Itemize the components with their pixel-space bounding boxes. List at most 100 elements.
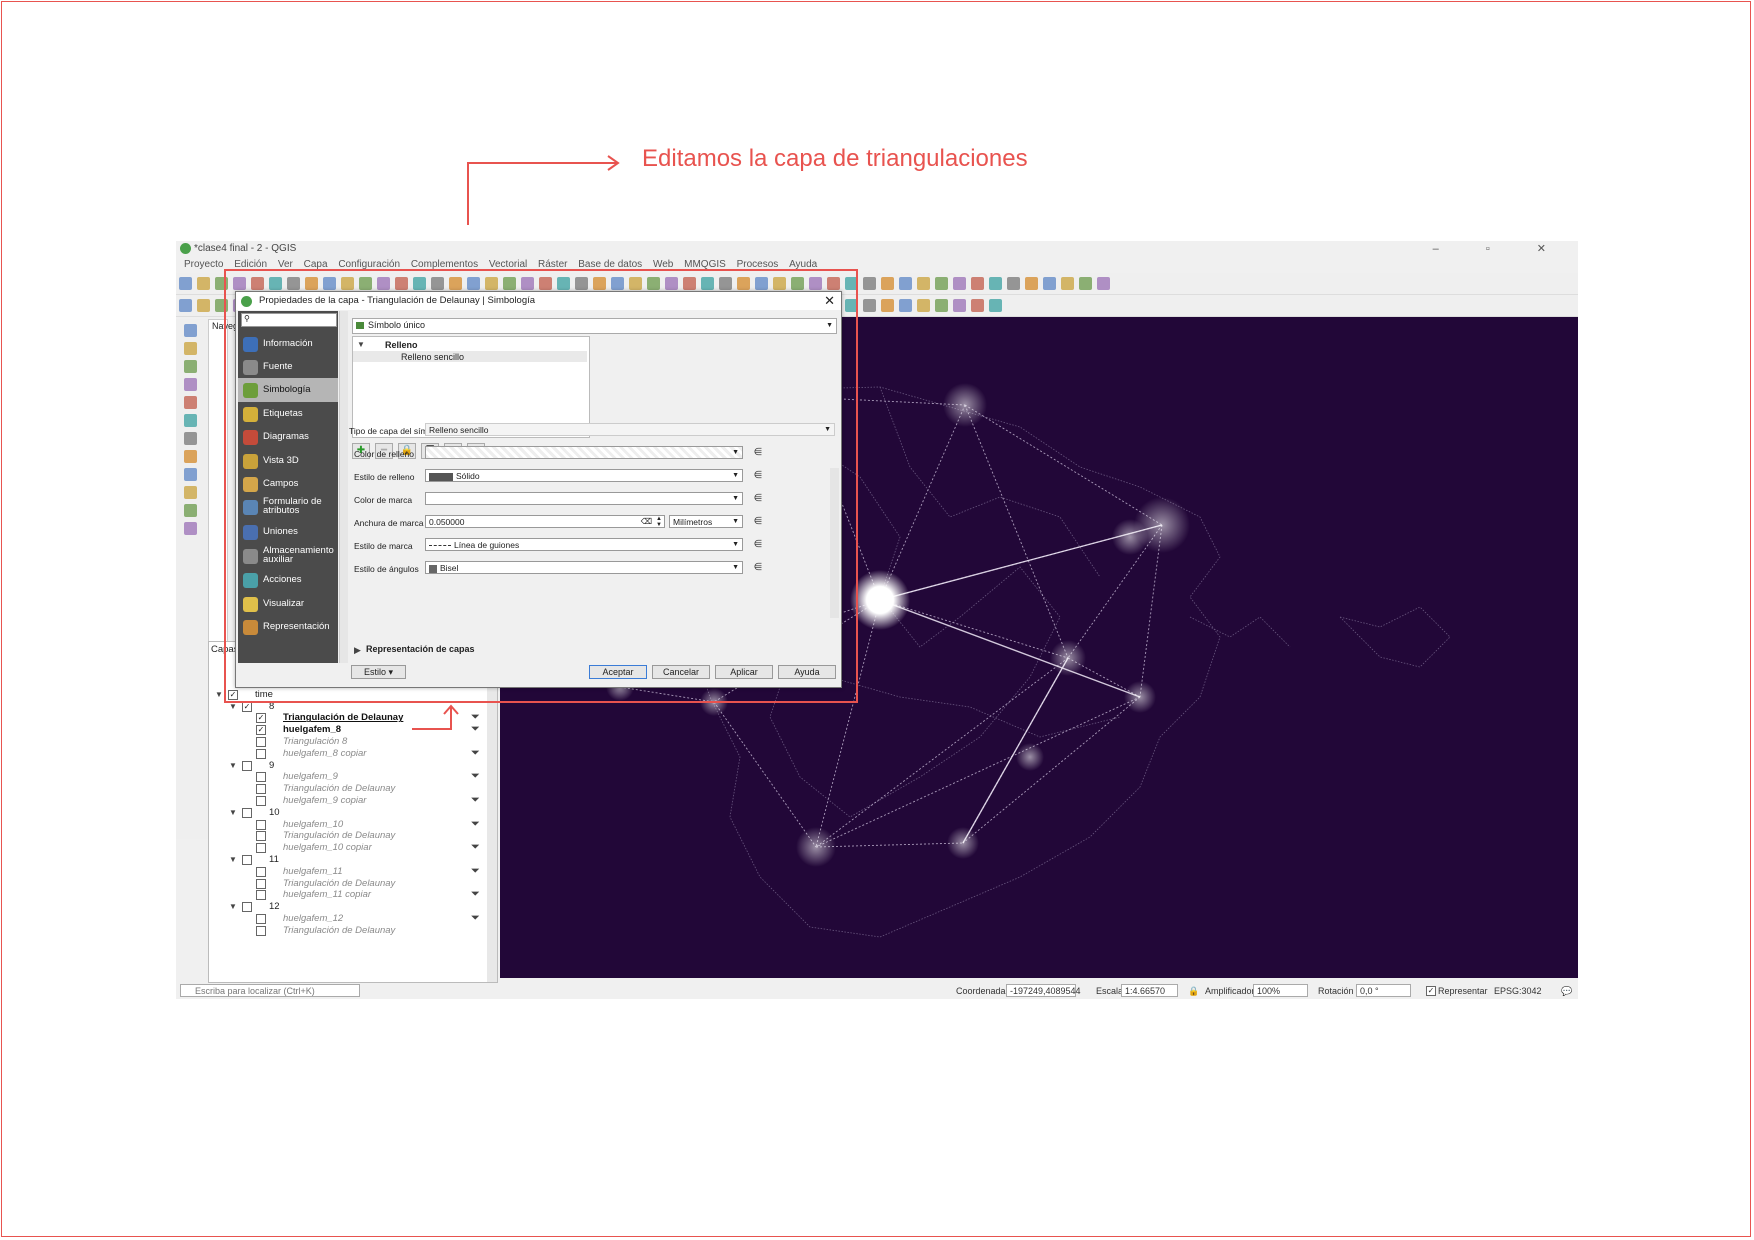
- sidebar-item-acciones[interactable]: Acciones: [238, 568, 338, 592]
- layer-item[interactable]: Triangulación de Delaunay: [283, 712, 403, 723]
- stroke-color-button[interactable]: ▼: [425, 492, 743, 505]
- filter-icon[interactable]: ⏷: [471, 912, 480, 925]
- layer-visibility-checkbox[interactable]: [256, 843, 266, 854]
- menu-web[interactable]: Web: [653, 259, 673, 270]
- filter-icon[interactable]: ⏷: [471, 818, 480, 831]
- expand-icon[interactable]: ▼: [229, 702, 237, 711]
- print-icon[interactable]: [184, 378, 197, 391]
- sidebar-item-diagramas[interactable]: Diagramas: [238, 425, 338, 449]
- crs-label[interactable]: EPSG:3042: [1494, 986, 1542, 996]
- layer-visibility-checkbox[interactable]: [242, 902, 252, 913]
- magnifier-field[interactable]: 100%: [1253, 984, 1308, 997]
- messages-icon[interactable]: 💬: [1561, 986, 1572, 997]
- layer-item[interactable]: 10: [269, 807, 280, 818]
- layer-rendering-section[interactable]: Representación de capas: [366, 644, 475, 654]
- spinner-icon[interactable]: ▲ ▼: [656, 516, 662, 528]
- sidebar-item-vista-3d[interactable]: Vista 3D: [238, 449, 338, 473]
- new-icon[interactable]: [184, 324, 197, 337]
- measure-icon[interactable]: [629, 277, 642, 290]
- layer-item[interactable]: 11: [269, 854, 279, 865]
- refresh-icon[interactable]: [935, 277, 948, 290]
- collapse-icon[interactable]: ▼: [357, 340, 365, 349]
- zoom-in-icon[interactable]: [845, 277, 858, 290]
- sidebar-search-input[interactable]: ⚲: [241, 313, 337, 327]
- filter-icon[interactable]: ⏷: [471, 888, 480, 901]
- apply-button[interactable]: Aplicar: [715, 665, 773, 679]
- zoom-in-icon[interactable]: [845, 299, 858, 312]
- properties-scrollbar[interactable]: [830, 468, 839, 618]
- renderer-select[interactable]: Símbolo único ▼: [352, 318, 837, 334]
- open-icon[interactable]: [1061, 277, 1074, 290]
- layer-visibility-checkbox[interactable]: ✓: [228, 689, 238, 700]
- layer-item[interactable]: Triangulación de Delaunay: [283, 878, 395, 889]
- measure-icon[interactable]: [917, 299, 930, 312]
- pan-icon[interactable]: [539, 277, 552, 290]
- print-icon[interactable]: [1097, 277, 1110, 290]
- sum-icon[interactable]: [989, 299, 1002, 312]
- pan-icon[interactable]: [184, 396, 197, 409]
- new-icon[interactable]: [179, 299, 192, 312]
- render-checkbox[interactable]: ✓: [1426, 986, 1436, 996]
- gear-icon[interactable]: [971, 277, 984, 290]
- open-icon[interactable]: [197, 299, 210, 312]
- menu-base-de-datos[interactable]: Base de datos: [578, 259, 642, 270]
- layer-item[interactable]: huelgafem_10: [283, 819, 343, 830]
- layer-item[interactable]: Triangulación de Delaunay: [283, 783, 395, 794]
- menu-vectorial[interactable]: Vectorial: [489, 259, 527, 270]
- tooltip-icon[interactable]: [431, 277, 444, 290]
- rotation-field[interactable]: 0,0 °: [1356, 984, 1411, 997]
- layers-scrollbar[interactable]: [487, 642, 497, 982]
- layer-item[interactable]: Triangulación de Delaunay: [283, 925, 395, 936]
- table-icon[interactable]: [184, 522, 197, 535]
- sidebar-item-visualizar[interactable]: Visualizar: [238, 592, 338, 616]
- sidebar-item-formulario-de-atributos[interactable]: Formulario de atributos: [238, 495, 338, 519]
- zoom-out-icon[interactable]: [287, 277, 300, 290]
- layer-visibility-checkbox[interactable]: [256, 784, 266, 795]
- save-icon[interactable]: [791, 277, 804, 290]
- identify-icon[interactable]: [881, 277, 894, 290]
- measure-icon[interactable]: [184, 486, 197, 499]
- sidebar-item-información[interactable]: Información: [238, 332, 338, 356]
- clear-icon[interactable]: ⌫: [641, 516, 652, 528]
- identify-icon[interactable]: [593, 277, 606, 290]
- print-icon[interactable]: [521, 277, 534, 290]
- layer-visibility-checkbox[interactable]: [242, 807, 252, 818]
- data-defined-override-icon[interactable]: ⋹: [749, 492, 767, 505]
- locator-input[interactable]: Escriba para localizar (Ctrl+K): [180, 984, 360, 997]
- tooltip-icon[interactable]: [719, 277, 732, 290]
- expand-icon[interactable]: ▼: [229, 855, 237, 864]
- layer-visibility-checkbox[interactable]: [256, 796, 266, 806]
- layer-item[interactable]: Triangulación de Delaunay: [283, 830, 395, 841]
- menu-edicion[interactable]: Edición: [234, 259, 267, 270]
- fill-color-button[interactable]: ▼: [425, 446, 743, 459]
- data-defined-override-icon[interactable]: ⋹: [749, 515, 767, 528]
- select-icon[interactable]: [899, 277, 912, 290]
- data-defined-override-icon[interactable]: ⋹: [749, 469, 767, 482]
- gear-icon[interactable]: [683, 277, 696, 290]
- tree-item-fill[interactable]: Relleno: [385, 340, 418, 350]
- filter-icon[interactable]: ⏷: [471, 770, 480, 783]
- layer-item[interactable]: huelgafem_9: [283, 771, 338, 782]
- select-icon[interactable]: [323, 277, 336, 290]
- menu-complementos[interactable]: Complementos: [411, 259, 478, 270]
- layer-visibility-checkbox[interactable]: [256, 890, 266, 901]
- layer-item[interactable]: time: [255, 689, 273, 700]
- select-icon[interactable]: [611, 277, 624, 290]
- sum-icon[interactable]: [413, 277, 426, 290]
- save-icon[interactable]: [215, 277, 228, 290]
- save-icon[interactable]: [184, 360, 197, 373]
- sum-icon[interactable]: [701, 277, 714, 290]
- save-icon[interactable]: [1079, 277, 1092, 290]
- menu-raster[interactable]: Ráster: [538, 259, 567, 270]
- sidebar-scrollbar[interactable]: [339, 311, 348, 663]
- zoom-in-icon[interactable]: [184, 414, 197, 427]
- new-icon[interactable]: [467, 277, 480, 290]
- fill-style-select[interactable]: Sólido ▼: [425, 469, 743, 482]
- plugin-icon[interactable]: [737, 277, 750, 290]
- menu-procesos[interactable]: Procesos: [737, 259, 779, 270]
- layer-item[interactable]: 8: [269, 701, 274, 712]
- layer-visibility-checkbox[interactable]: [242, 855, 252, 865]
- layer-item[interactable]: huelgafem_9 copiar: [283, 795, 366, 806]
- cancel-button[interactable]: Cancelar: [652, 665, 710, 679]
- stroke-width-input[interactable]: 0.050000 ⌫ ▲ ▼: [425, 515, 665, 528]
